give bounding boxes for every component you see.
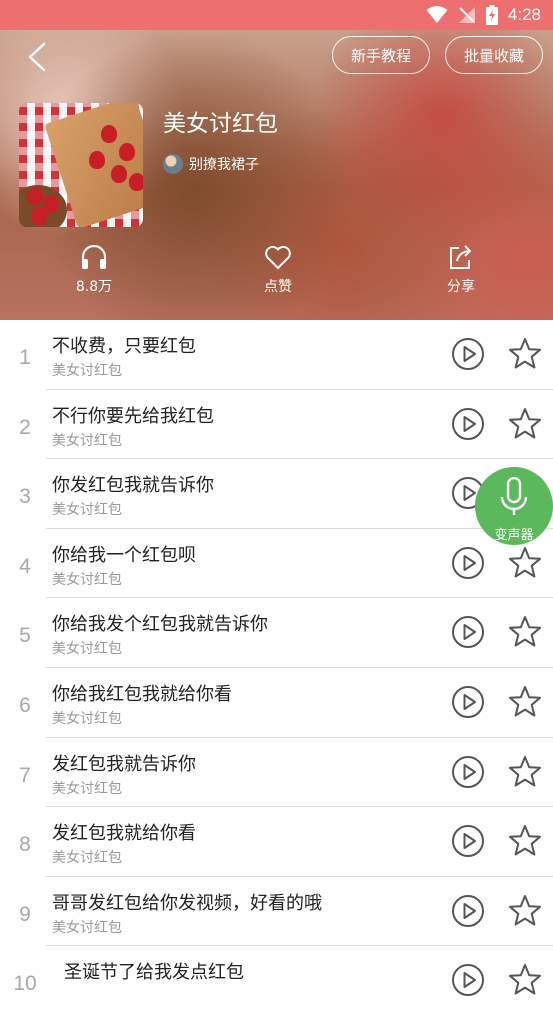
list-item[interactable]: 7 发红包我就告诉你 美女讨红包 (0, 738, 553, 808)
album-title: 美女讨红包 (163, 111, 278, 137)
play-circle-icon[interactable] (451, 685, 485, 719)
play-circle-icon[interactable] (451, 546, 485, 580)
status-time: 4:28 (507, 5, 541, 24)
list-item[interactable]: 4 你给我一个红包呗 美女讨红包 (0, 529, 553, 599)
track-subtitle: 美女讨红包 (52, 641, 122, 658)
star-outline-icon[interactable] (508, 963, 542, 997)
play-circle-icon[interactable] (451, 337, 485, 371)
track-index: 10 (13, 972, 37, 996)
star-outline-icon[interactable] (508, 894, 542, 928)
track-subtitle: 美女讨红包 (52, 710, 122, 727)
track-index: 6 (19, 693, 31, 717)
author-name: 别撩我裙子 (189, 157, 259, 173)
list-item[interactable]: 8 发红包我就给你看 美女讨红包 (0, 807, 553, 877)
chevron-left-icon[interactable] (24, 42, 54, 72)
track-title: 发红包我就告诉你 (52, 753, 196, 775)
list-item[interactable]: 9 哥哥发红包给你发视频，好看的哦 美女讨红包 (0, 877, 553, 947)
headphones-icon (81, 244, 107, 269)
status-icons: 4:28 (426, 4, 541, 26)
no-signal-icon (458, 7, 475, 23)
share-icon (450, 245, 472, 269)
track-index: 7 (19, 763, 31, 787)
like-button[interactable]: 点赞 (248, 244, 308, 296)
track-subtitle: 美女讨红包 (52, 571, 122, 588)
list-item[interactable]: 2 不行你要先给我红包 美女讨红包 (0, 390, 553, 460)
play-circle-icon[interactable] (451, 615, 485, 649)
track-index: 4 (19, 554, 31, 578)
star-outline-icon[interactable] (508, 755, 542, 789)
track-subtitle: 美女讨红包 (52, 850, 122, 867)
tutorial-button[interactable]: 新手教程 (332, 36, 430, 74)
star-outline-icon[interactable] (508, 685, 542, 719)
track-index: 2 (19, 415, 31, 439)
track-subtitle: 美女讨红包 (52, 432, 122, 449)
star-outline-icon[interactable] (508, 824, 542, 858)
star-outline-icon[interactable] (508, 546, 542, 580)
track-title: 你给我红包我就给你看 (52, 683, 232, 705)
track-title: 你发红包我就告诉你 (52, 475, 214, 497)
like-label: 点赞 (264, 279, 292, 295)
microphone-icon (500, 477, 528, 515)
track-title: 发红包我就给你看 (52, 823, 196, 845)
play-circle-icon[interactable] (451, 963, 485, 997)
play-circle-icon[interactable] (451, 407, 485, 441)
track-index: 3 (19, 485, 31, 509)
track-list: 1 不收费，只要红包 美女讨红包 2 不行你要先给我红包 美女讨红包 3 你发红… (0, 320, 553, 1016)
track-title: 不行你要先给我红包 (52, 405, 214, 427)
play-circle-icon[interactable] (451, 755, 485, 789)
track-subtitle: 美女讨红包 (52, 919, 122, 936)
avatar (163, 154, 183, 174)
track-title: 你给我一个红包呗 (52, 544, 196, 566)
track-index: 1 (19, 346, 31, 369)
track-title: 你给我发个红包我就告诉你 (52, 614, 268, 636)
track-index: 9 (19, 902, 31, 926)
list-item[interactable]: 6 你给我红包我就给你看 美女讨红包 (0, 668, 553, 738)
star-outline-icon[interactable] (508, 615, 542, 649)
album-header: 新手教程 批量收藏 美女讨红包 别撩我裙子 8.8万 点赞 分享 (0, 30, 553, 320)
heart-icon (265, 245, 291, 270)
list-item[interactable]: 5 你给我发个红包我就告诉你 美女讨红包 (0, 598, 553, 668)
track-index: 5 (19, 624, 31, 648)
track-title: 圣诞节了给我发点红包 (64, 962, 244, 984)
plays-stat: 8.8万 (64, 244, 124, 296)
star-outline-icon[interactable] (508, 337, 542, 371)
voice-changer-label: 变声器 (494, 528, 534, 543)
author-link[interactable]: 别撩我裙子 (163, 154, 259, 174)
track-title: 哥哥发红包给你发视频，好看的哦 (52, 892, 322, 914)
play-circle-icon[interactable] (451, 894, 485, 928)
album-cover (19, 103, 143, 227)
track-index: 8 (19, 833, 31, 857)
list-item[interactable]: 1 不收费，只要红包 美女讨红包 (0, 320, 553, 390)
list-item[interactable]: 3 你发红包我就告诉你 美女讨红包 (0, 459, 553, 529)
batch-collect-button[interactable]: 批量收藏 (445, 36, 543, 74)
voice-changer-button[interactable]: 变声器 (475, 467, 553, 545)
track-title: 不收费，只要红包 (52, 336, 196, 357)
share-label: 分享 (447, 279, 475, 295)
share-button[interactable]: 分享 (431, 244, 491, 296)
plays-count: 8.8万 (75, 279, 113, 295)
track-subtitle: 美女讨红包 (52, 363, 122, 379)
play-circle-icon[interactable] (451, 824, 485, 858)
battery-charging-icon (485, 5, 498, 25)
status-bar: 4:28 (0, 0, 553, 30)
wifi-icon (426, 6, 448, 23)
track-subtitle: 美女讨红包 (52, 502, 122, 519)
star-outline-icon[interactable] (508, 407, 542, 441)
track-subtitle: 美女讨红包 (52, 780, 122, 797)
list-item[interactable]: 10 圣诞节了给我发点红包 (0, 946, 553, 1016)
